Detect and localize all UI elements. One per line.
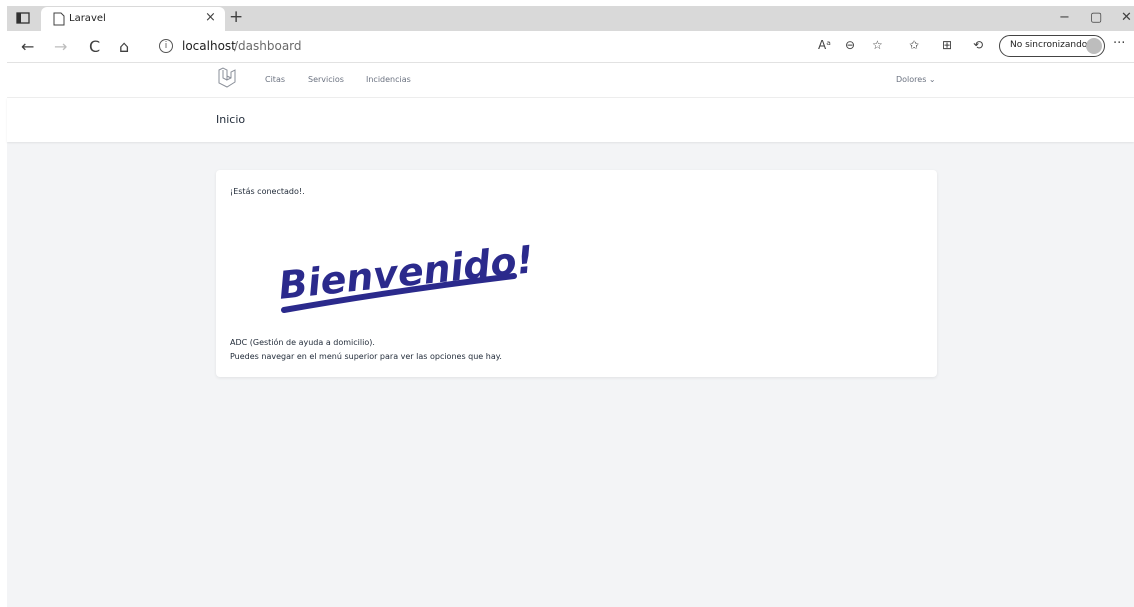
address-bar[interactable]: i localhost /dashboard	[151, 35, 801, 59]
close-window-icon[interactable]: ✕	[1121, 10, 1132, 25]
page-icon	[53, 12, 65, 26]
page-header: Inicio	[7, 98, 1134, 142]
add-favorite-icon[interactable]: ☆	[872, 38, 883, 52]
navigation-hint: Puedes navegar en el menú superior para …	[230, 352, 502, 361]
forward-icon[interactable]: →	[54, 37, 67, 56]
user-dropdown[interactable]: Dolores ⌄	[896, 75, 936, 84]
back-icon[interactable]: ←	[21, 37, 34, 56]
zoom-icon[interactable]: ⊖	[845, 38, 855, 52]
browser-tab[interactable]: Laravel ×	[41, 7, 225, 31]
nav-link-citas[interactable]: Citas	[265, 75, 285, 84]
profile-avatar-icon	[1086, 38, 1102, 54]
new-tab-icon[interactable]: +	[229, 7, 243, 27]
browser-toolbar: ← → C ⌂ i localhost /dashboard Aᵃ ⊖ ☆ ✩ …	[7, 31, 1134, 63]
collections-icon[interactable]: ⊞	[942, 38, 952, 52]
url-host: localhost	[182, 39, 236, 53]
laravel-logo-icon[interactable]	[217, 67, 237, 89]
app-navigation: Citas Servicios Incidencias Dolores ⌄	[7, 63, 1134, 98]
url-path: /dashboard	[234, 39, 302, 53]
tab-title: Laravel	[69, 13, 106, 24]
refresh-icon[interactable]: C	[89, 37, 100, 56]
more-options-icon[interactable]: ···	[1113, 36, 1125, 51]
site-info-icon[interactable]: i	[159, 39, 173, 53]
close-tab-icon[interactable]: ×	[205, 10, 216, 25]
restore-icon[interactable]: ▢	[1090, 10, 1102, 25]
app-description: ADC (Gestión de ayuda a domicilio).	[230, 338, 375, 347]
favorites-icon[interactable]: ✩	[909, 38, 919, 52]
home-icon[interactable]: ⌂	[119, 37, 129, 56]
welcome-image-lettering: Bienvenido!	[276, 237, 535, 308]
nav-link-servicios[interactable]: Servicios	[308, 75, 344, 84]
tab-bar: Laravel × + − ▢ ✕	[7, 6, 1134, 31]
login-status-text: ¡Estás conectado!.	[230, 187, 305, 196]
tab-actions-icon[interactable]	[16, 11, 30, 25]
welcome-image: Bienvenido!	[276, 237, 536, 313]
browser-window: Laravel × + − ▢ ✕ ← → C ⌂ i localhost /d…	[7, 6, 1134, 607]
sync-status-label: No sincronizando	[1010, 40, 1088, 50]
profile-sync-button[interactable]: No sincronizando	[999, 35, 1105, 57]
page-title: Inicio	[216, 113, 246, 126]
dashboard-card: ¡Estás conectado!. Bienvenido! ADC (Gest…	[216, 170, 937, 377]
read-aloud-icon[interactable]: Aᵃ	[818, 38, 831, 52]
history-icon[interactable]: ⟲	[973, 38, 983, 52]
nav-link-incidencias[interactable]: Incidencias	[366, 75, 411, 84]
minimize-icon[interactable]: −	[1059, 10, 1070, 25]
